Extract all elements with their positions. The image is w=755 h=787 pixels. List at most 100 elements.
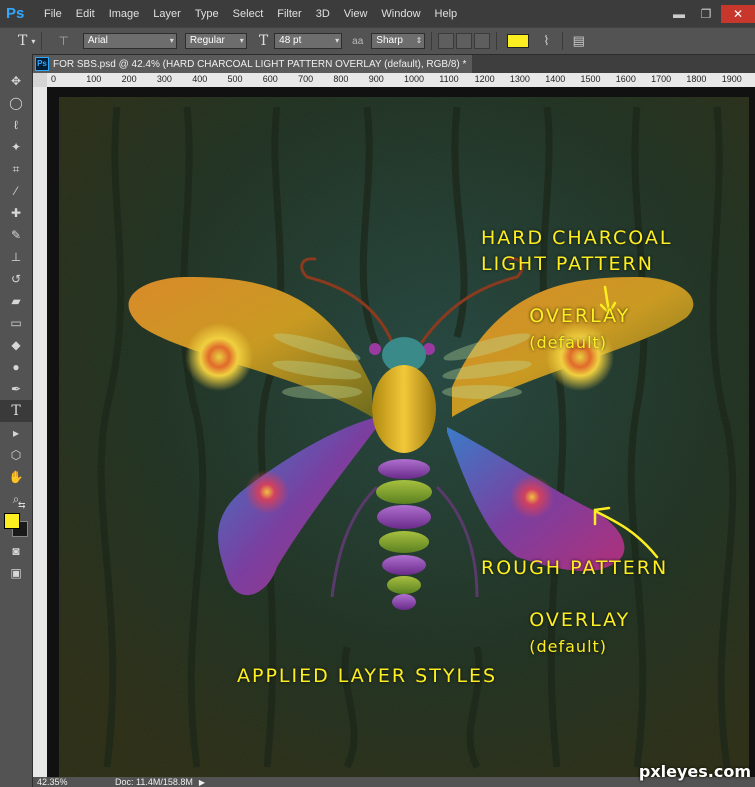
foreground-color-swatch[interactable]: [4, 513, 20, 529]
right-lower-wing-spot: [510, 475, 554, 519]
abdomen-segment: [378, 459, 430, 479]
divider: [431, 32, 433, 50]
font-size-select[interactable]: 48 pt ▾: [274, 33, 343, 49]
ruler-tick-label: 300: [156, 74, 172, 84]
quick-mask-icon[interactable]: ◙: [0, 540, 32, 562]
left-eye: [369, 343, 381, 355]
annotation-top-default: (default): [529, 333, 608, 352]
photoshop-logo-icon: Ps: [6, 4, 25, 22]
font-family-value: Arial: [87, 35, 108, 46]
align-center-icon[interactable]: [456, 33, 473, 49]
ruler-tick-label: 1500: [580, 74, 601, 84]
annotation-caption: APPLIED LAYER STYLES: [237, 665, 498, 687]
font-size-value: 48 pt: [279, 35, 302, 46]
divider: [496, 32, 498, 50]
menu-select[interactable]: Select: [226, 8, 271, 20]
font-style-value: Regular: [189, 35, 225, 46]
brush-tool-icon[interactable]: ✎: [0, 224, 32, 246]
toolbox-grip[interactable]: [0, 54, 32, 70]
watermark: pxleyes.com: [638, 762, 751, 781]
document-tab[interactable]: Ps FOR SBS.psd @ 42.4% (HARD CHARCOAL LI…: [33, 55, 473, 73]
marquee-tool-icon[interactable]: ◯: [0, 92, 32, 114]
antialias-select[interactable]: Sharp ⇕: [371, 33, 426, 49]
type-tool-icon[interactable]: T: [0, 400, 32, 422]
menu-help[interactable]: Help: [428, 8, 465, 20]
ruler-tick-label: 800: [333, 74, 349, 84]
menu-file[interactable]: File: [37, 8, 69, 20]
ruler-tick-label: 200: [121, 74, 137, 84]
menu-layer[interactable]: Layer: [146, 8, 188, 20]
menu-3d[interactable]: 3D: [309, 8, 337, 20]
canvas[interactable]: HARD CHARCOAL LIGHT PATTERN OVERLAY (def…: [47, 87, 755, 777]
shape-tool-icon[interactable]: ⬡: [0, 444, 32, 466]
menu-type[interactable]: Type: [188, 8, 226, 20]
screen-mode-icon[interactable]: ▣: [0, 562, 32, 584]
hand-tool-icon[interactable]: ✋: [0, 466, 32, 488]
close-icon[interactable]: ✕: [721, 4, 755, 23]
eyedropper-tool-icon[interactable]: ⁄: [0, 180, 32, 202]
move-tool-icon[interactable]: ✥: [0, 70, 32, 92]
lasso-tool-icon[interactable]: ℓ: [0, 114, 32, 136]
ruler-tick-label: 700: [298, 74, 314, 84]
ruler-tick-label: 1900: [721, 74, 742, 84]
text-orientation-icon[interactable]: ⊤: [58, 32, 68, 50]
ruler-origin[interactable]: [33, 73, 47, 87]
zoom-tool-icon[interactable]: ⌕: [0, 488, 32, 510]
ruler-tick-label: 400: [192, 74, 208, 84]
status-menu-arrow-icon[interactable]: ▶: [199, 778, 205, 787]
dodge-tool-icon[interactable]: ●: [0, 356, 32, 378]
menu-image[interactable]: Image: [102, 8, 147, 20]
healing-tool-icon[interactable]: ✚: [0, 202, 32, 224]
align-right-icon[interactable]: [474, 33, 491, 49]
abdomen-segment: [387, 576, 421, 594]
preset-arrow-icon[interactable]: ▾: [31, 32, 35, 50]
type-tool-preset-icon[interactable]: T: [18, 32, 27, 50]
crop-tool-icon[interactable]: ⌗: [0, 158, 32, 180]
ruler-tick-label: 1800: [686, 74, 707, 84]
vertical-ruler[interactable]: [33, 87, 47, 777]
menu-view[interactable]: View: [337, 8, 375, 20]
menu-edit[interactable]: Edit: [69, 8, 102, 20]
chevron-down-icon: ▾: [335, 36, 340, 45]
psd-file-icon: Ps: [35, 57, 49, 71]
align-left-icon[interactable]: [438, 33, 455, 49]
document-tab-title: FOR SBS.psd @ 42.4% (HARD CHARCOAL LIGHT…: [53, 58, 467, 70]
abdomen-segment: [382, 555, 426, 575]
ruler-tick-label: 1000: [404, 74, 425, 84]
font-style-select[interactable]: Regular ▾: [184, 33, 247, 49]
horizontal-ruler[interactable]: 0 100 200 300 400 500 600 700 800 900 1000 1100 1200…: [47, 73, 755, 87]
ruler-tick-label: 1700: [651, 74, 672, 84]
swap-colors-icon[interactable]: ⇆: [18, 500, 26, 511]
font-family-select[interactable]: Arial ▾: [82, 33, 177, 49]
ruler-tick-label: 0: [51, 74, 57, 84]
ruler-tick-label: 1300: [509, 74, 530, 84]
blur-tool-icon[interactable]: ◆: [0, 334, 32, 356]
character-panels-icon[interactable]: ▤: [573, 32, 585, 50]
minimize-icon[interactable]: ▬: [667, 5, 691, 23]
chevron-down-icon: ▾: [239, 36, 244, 45]
abdomen-segment: [377, 505, 431, 529]
menu-bar: Ps File Edit Image Layer Type Select Fil…: [0, 0, 755, 27]
menu-filter[interactable]: Filter: [270, 8, 308, 20]
pen-tool-icon[interactable]: ✒: [0, 378, 32, 400]
ruler-tick-label: 500: [227, 74, 243, 84]
abdomen-segment: [392, 594, 416, 610]
stamp-tool-icon[interactable]: ⊥: [0, 246, 32, 268]
quick-select-tool-icon[interactable]: ✦: [0, 136, 32, 158]
text-color-swatch[interactable]: [507, 34, 530, 48]
document-window: Ps FOR SBS.psd @ 42.4% (HARD CHARCOAL LI…: [33, 55, 755, 787]
eraser-tool-icon[interactable]: ▰: [0, 290, 32, 312]
history-brush-tool-icon[interactable]: ↺: [0, 268, 32, 290]
divider: [41, 32, 43, 50]
document-tab-bar: Ps FOR SBS.psd @ 42.4% (HARD CHARCOAL LI…: [33, 55, 755, 73]
annotation-top-line2: LIGHT PATTERN: [481, 253, 654, 275]
zoom-level[interactable]: 42.35%: [37, 777, 77, 787]
gradient-tool-icon[interactable]: ▭: [0, 312, 32, 334]
ruler-tick-label: 1600: [615, 74, 636, 84]
ruler-tick-label: 900: [368, 74, 384, 84]
path-select-tool-icon[interactable]: ▸: [0, 422, 32, 444]
annotation-bottom-line2: OVERLAY: [529, 609, 631, 631]
menu-window[interactable]: Window: [374, 8, 427, 20]
warp-text-icon[interactable]: ⌇: [543, 32, 549, 50]
restore-icon[interactable]: ❐: [694, 5, 718, 23]
